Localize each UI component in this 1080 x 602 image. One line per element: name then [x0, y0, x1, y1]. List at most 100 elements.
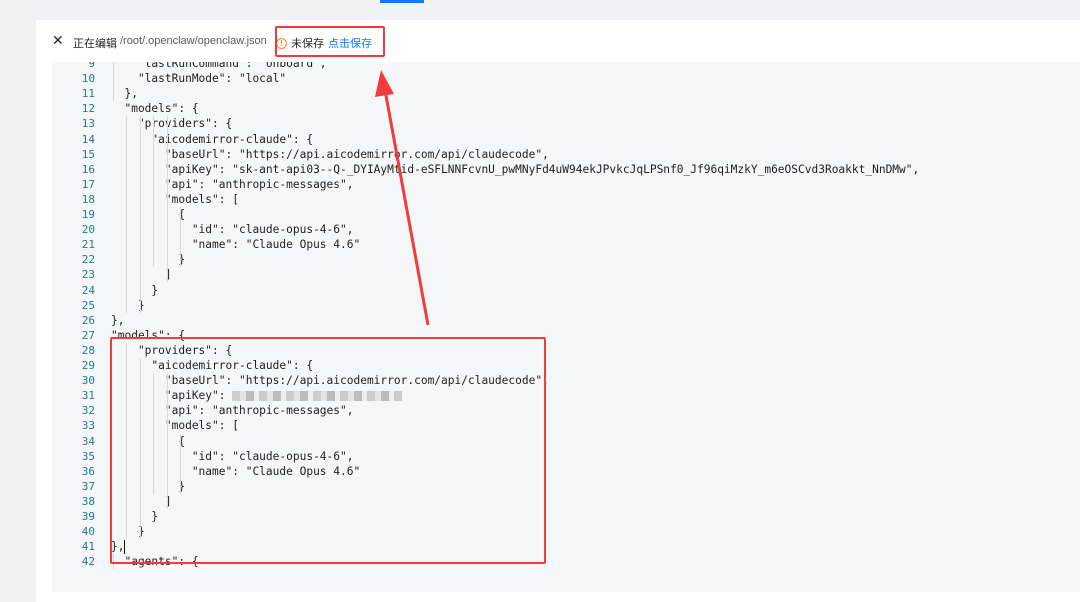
- line-code: ]: [111, 494, 172, 508]
- line-code: "api": "anthropic-messages",: [111, 177, 354, 191]
- line-number: 20: [81, 223, 95, 237]
- line-number: 28: [81, 343, 95, 357]
- line-number: 15: [81, 147, 95, 161]
- line-number: 30: [81, 374, 95, 388]
- indent-guide: [113, 554, 114, 570]
- line-code: "baseUrl": "https://api.aicodemirror.com…: [111, 374, 549, 388]
- warning-icon: !: [276, 37, 287, 49]
- code-line: 27 "models": {: [52, 328, 1080, 343]
- unsaved-status: ! 未保存 点击保存: [276, 35, 372, 51]
- line-number: 38: [81, 494, 95, 508]
- line-code: "lastRunCommand": "onboard",: [111, 62, 327, 70]
- code-editor[interactable]: 9 "lastRunCommand": "onboard", 10 "lastRu…: [52, 62, 1080, 592]
- close-icon[interactable]: ✕: [52, 31, 66, 49]
- line-number: 32: [81, 404, 95, 418]
- line-code: "aicodemirror-claude": {: [111, 132, 314, 146]
- line-number: 23: [81, 268, 95, 282]
- line-number: 19: [81, 208, 95, 221]
- line-code: },: [111, 313, 125, 327]
- edit-header: ✕ 正在编辑 /root/.openclaw/openclaw.json ! 未…: [36, 20, 1080, 62]
- line-number: 18: [81, 192, 95, 206]
- unsaved-label: 未保存: [291, 38, 324, 50]
- line-code: "providers": {: [111, 343, 233, 357]
- code-line: 28 "providers": {: [52, 343, 1080, 358]
- code-line: 37 }: [52, 479, 1080, 494]
- line-code: }: [111, 283, 159, 297]
- indent-guide: [126, 342, 128, 540]
- line-code: "baseUrl": "https://api.aicodemirror.com…: [111, 147, 549, 161]
- line-code: "providers": {: [111, 117, 233, 131]
- code-line: 14 "aicodemirror-claude": {: [52, 132, 1080, 147]
- indent-guide: [166, 373, 168, 509]
- line-code: "models": {: [111, 328, 186, 342]
- code-line: 30 "baseUrl": "https://api.aicodemirror.…: [52, 373, 1080, 388]
- line-code: },: [111, 87, 138, 101]
- code-line: 18 "models": [: [52, 192, 1080, 207]
- line-number: 27: [81, 328, 95, 342]
- indent-guide: [180, 433, 182, 494]
- line-number: 13: [81, 117, 95, 131]
- line-number: 9: [88, 62, 95, 70]
- code-line: 19 {: [52, 207, 1080, 222]
- line-number: 16: [81, 162, 95, 176]
- line-code: },: [111, 540, 125, 554]
- line-number: 33: [81, 419, 95, 433]
- code-line: 41},: [52, 539, 1080, 555]
- line-code: "agents": {: [111, 555, 199, 569]
- line-number: 40: [81, 525, 95, 539]
- line-number: 24: [81, 283, 95, 297]
- code-line: 38 ]: [52, 494, 1080, 509]
- line-code: "apiKey": "sk-ant-api03--Q-_DYIAyMtid-eS…: [111, 162, 920, 176]
- line-number: 25: [81, 298, 95, 312]
- line-number: 12: [81, 102, 95, 116]
- line-code: {: [111, 208, 186, 221]
- line-number: 37: [81, 479, 95, 493]
- code-line: 39 }: [52, 509, 1080, 524]
- line-number: 10: [81, 72, 95, 86]
- code-line: 40 }: [52, 524, 1080, 539]
- file-path: /root/.openclaw/openclaw.json: [120, 35, 267, 47]
- line-code: "models": [: [111, 192, 239, 206]
- line-code: "name": "Claude Opus 4.6": [111, 238, 361, 252]
- line-code: {: [111, 434, 186, 448]
- code-line: 26},: [52, 313, 1080, 328]
- code-line: 23 ]: [52, 267, 1080, 282]
- line-number: 14: [81, 132, 95, 146]
- line-code: "id": "claude-opus-4-6",: [111, 223, 354, 237]
- code-line: 33 "models": [: [52, 418, 1080, 433]
- indent-guide: [180, 207, 182, 268]
- line-number: 17: [81, 177, 95, 191]
- code-line: 13 "providers": {: [52, 116, 1080, 131]
- line-number: 26: [81, 313, 95, 327]
- code-line: 31 "apiKey":: [52, 388, 1080, 403]
- line-code: "lastRunMode": "local": [111, 72, 287, 86]
- line-number: 35: [81, 449, 95, 463]
- line-code: "models": [: [111, 419, 239, 433]
- line-code: "name": "Claude Opus 4.6": [111, 464, 361, 478]
- indent-guide: [113, 62, 114, 102]
- redacted-api-key: [232, 391, 403, 402]
- code-line: 25 }: [52, 298, 1080, 313]
- text-cursor: [124, 540, 126, 555]
- code-line: 22 }: [52, 252, 1080, 267]
- line-code: "models": {: [111, 102, 199, 116]
- code-line: 36 "name": "Claude Opus 4.6": [52, 464, 1080, 479]
- code-line: 34 {: [52, 434, 1080, 449]
- line-number: 22: [81, 253, 95, 267]
- indent-guide: [166, 116, 168, 283]
- code-line: 35 "id": "claude-opus-4-6",: [52, 449, 1080, 464]
- code-line: 20 "id": "claude-opus-4-6",: [52, 222, 1080, 237]
- code-line: 21 "name": "Claude Opus 4.6": [52, 237, 1080, 252]
- line-code: "aicodemirror-claude": {: [111, 359, 314, 372]
- editing-label: 正在编辑: [73, 38, 117, 50]
- line-code: "api": "anthropic-messages",: [111, 404, 354, 418]
- code-line: 24 }: [52, 283, 1080, 298]
- code-line: 9 "lastRunCommand": "onboard",: [52, 62, 1080, 71]
- indent-guide: [153, 373, 155, 494]
- line-number: 36: [81, 464, 95, 478]
- top-nav-active-indicator: [380, 0, 424, 3]
- code-line: 16 "apiKey": "sk-ant-api03--Q-_DYIAyMtid…: [52, 162, 1080, 177]
- save-link[interactable]: 点击保存: [328, 35, 372, 51]
- line-code: }: [111, 479, 186, 493]
- code-line: 42 "agents": {: [52, 554, 1080, 569]
